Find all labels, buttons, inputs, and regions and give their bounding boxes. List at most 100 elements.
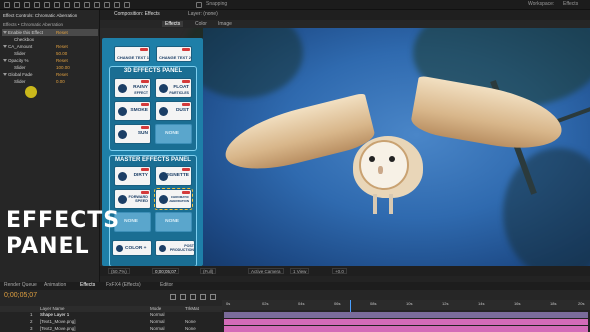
- fx-row-enable[interactable]: Enable this Effect Reset: [2, 29, 98, 36]
- camera-tool-icon[interactable]: [44, 2, 50, 8]
- eraser-tool-icon[interactable]: [114, 2, 120, 8]
- timeline-timecode[interactable]: 0;00;05;07: [4, 292, 37, 299]
- layer-name[interactable]: Shape Layer 1: [40, 312, 69, 317]
- expand-triangle-icon[interactable]: [3, 73, 7, 76]
- layer-mode[interactable]: Normal: [150, 312, 165, 317]
- composition-tab[interactable]: Composition: Effects: [114, 11, 160, 17]
- puppet-tool-icon[interactable]: [124, 2, 130, 8]
- resolution-select[interactable]: (Full): [200, 268, 217, 274]
- pan-tool-icon[interactable]: [54, 2, 60, 8]
- ruler-tick: 0s: [226, 301, 231, 306]
- chromatic-aberration-effect-button[interactable]: CHROMATIC ABERRATION: [154, 188, 193, 210]
- expand-triangle-icon[interactable]: [3, 45, 7, 48]
- layer-row[interactable]: 3 [Text2_Move.png] Normal None: [0, 326, 222, 332]
- clone-tool-icon[interactable]: [104, 2, 110, 8]
- motion-blur-icon[interactable]: [200, 294, 206, 300]
- forward-speed-effect-button[interactable]: FORWARD SPEED: [114, 189, 151, 209]
- reset-link[interactable]: Reset: [56, 44, 68, 49]
- expand-triangle-icon[interactable]: [3, 31, 7, 34]
- tab-render-queue[interactable]: Render Queue: [4, 282, 37, 288]
- comp-subtab-color[interactable]: Color: [195, 21, 207, 27]
- button-label: SMOKE: [130, 108, 148, 113]
- vignette-effect-button[interactable]: VIGNETTE: [155, 166, 192, 186]
- layer-bar[interactable]: [224, 326, 588, 332]
- slider-value[interactable]: 0.00: [56, 79, 65, 84]
- workspace-select[interactable]: Effects: [563, 1, 578, 7]
- button-label: SUN: [137, 131, 148, 136]
- brush-tool-icon[interactable]: [94, 2, 100, 8]
- exposure-value[interactable]: +0.0: [332, 268, 347, 274]
- zoom-tool-icon[interactable]: [24, 2, 30, 8]
- viewer-timecode[interactable]: 0;00;05;07: [152, 268, 180, 274]
- rotate-tool-icon[interactable]: [34, 2, 40, 8]
- fx-row-name: Opacity %: [8, 58, 29, 63]
- time-ruler[interactable]: 0s 02s 04s 06s 08s 10s 12s 14s 16s 18s 2…: [222, 300, 590, 332]
- dust-effect-button[interactable]: DUST: [155, 101, 192, 121]
- search-icon[interactable]: [170, 294, 176, 300]
- graph-editor-icon[interactable]: [210, 294, 216, 300]
- mask-tool-icon[interactable]: [64, 2, 70, 8]
- post-production-button[interactable]: POST PRODUCTION: [155, 240, 195, 256]
- layer-name[interactable]: [Text2_Move.png]: [40, 326, 76, 331]
- snapping-checkbox-icon[interactable]: [196, 2, 202, 8]
- selection-tool-icon[interactable]: [4, 2, 10, 8]
- layer-trkmat[interactable]: None: [185, 319, 196, 324]
- text-tool-icon[interactable]: [84, 2, 90, 8]
- badge: [141, 126, 149, 129]
- fx-row-ca-amount[interactable]: CA_Amount Reset: [2, 43, 98, 50]
- layer-bar[interactable]: [224, 319, 588, 325]
- fx-row-opacity[interactable]: Opacity % Reset: [2, 57, 98, 64]
- expand-triangle-icon[interactable]: [3, 59, 7, 62]
- reset-link[interactable]: Reset: [56, 30, 68, 35]
- sun-effect-button[interactable]: SUN: [114, 124, 151, 144]
- float-effect-button[interactable]: FLOAT PARTICLES: [155, 78, 192, 98]
- hand-tool-icon[interactable]: [14, 2, 20, 8]
- rainy-effect-button[interactable]: RAINY EFFECT: [114, 78, 151, 98]
- fx-row-slider[interactable]: Slider 100.00: [2, 64, 98, 71]
- slider-value[interactable]: 50.00: [56, 51, 67, 56]
- fx-row-slider[interactable]: Slider 0.00: [2, 78, 98, 85]
- fx-row-checkbox[interactable]: Checkbox: [2, 36, 98, 43]
- tab-animation[interactable]: Animation: [44, 282, 66, 288]
- views-select[interactable]: 1 View: [290, 268, 310, 274]
- dirt-icon: [118, 172, 127, 181]
- layer-tab[interactable]: Layer: (none): [188, 11, 218, 17]
- badge: [141, 168, 149, 171]
- comp-subtab-image[interactable]: Image: [218, 21, 232, 27]
- comp-subtab-effects[interactable]: Effects: [162, 21, 184, 27]
- color-palette-icon: [116, 245, 123, 252]
- fx-row-slider[interactable]: Slider 50.00: [2, 50, 98, 57]
- layer-bar[interactable]: [224, 312, 588, 318]
- slider-value[interactable]: 100.00: [56, 65, 70, 70]
- layer-row[interactable]: 2 [Text1_Move.png] Normal None: [0, 319, 222, 325]
- snapping-label[interactable]: Snapping: [206, 1, 227, 7]
- pen-tool-icon[interactable]: [74, 2, 80, 8]
- layer-name[interactable]: [Text1_Move.png]: [40, 319, 76, 324]
- camera-select[interactable]: Active Camera: [248, 268, 284, 274]
- smoke-effect-button[interactable]: SMOKE: [114, 101, 151, 121]
- effect-controls-tab[interactable]: Effect Controls: Chromatic Aberration: [3, 13, 77, 18]
- none-3d-effect-button[interactable]: NONE: [155, 124, 192, 144]
- badge: [182, 80, 190, 83]
- workspace-label: Workspace:: [528, 1, 555, 7]
- none-master-button-2[interactable]: NONE: [155, 212, 192, 232]
- color-plus-button[interactable]: COLOR +: [112, 240, 152, 256]
- draft-3d-icon[interactable]: [190, 294, 196, 300]
- layer-mode[interactable]: Normal: [150, 319, 165, 324]
- comp-mini-flowchart-icon[interactable]: [180, 294, 186, 300]
- reset-link[interactable]: Reset: [56, 58, 68, 63]
- zoom-select[interactable]: (50.7%): [108, 268, 130, 274]
- dirty-effect-button[interactable]: DIRTY: [114, 166, 151, 186]
- fx-row-global-fade[interactable]: Global Fade Reset: [2, 71, 98, 78]
- layer-trkmat[interactable]: None: [185, 326, 196, 331]
- tab-fxfx4[interactable]: FxFX4 (Effects): [106, 282, 141, 288]
- change-text-1-button[interactable]: CHANGE TEXT 1: [114, 46, 150, 62]
- composition-viewer[interactable]: CHANGE TEXT 1 CHANGE TEXT 2 3D EFFECTS P…: [100, 28, 590, 266]
- layer-row[interactable]: 1 Shape Layer 1 Normal: [0, 312, 222, 318]
- change-text-2-button[interactable]: CHANGE TEXT 2: [156, 46, 192, 62]
- badge: [141, 103, 149, 106]
- layer-mode[interactable]: Normal: [150, 326, 165, 331]
- tab-editor[interactable]: Editor: [160, 282, 173, 288]
- reset-link[interactable]: Reset: [56, 72, 68, 77]
- tab-effects[interactable]: Effects: [80, 282, 95, 288]
